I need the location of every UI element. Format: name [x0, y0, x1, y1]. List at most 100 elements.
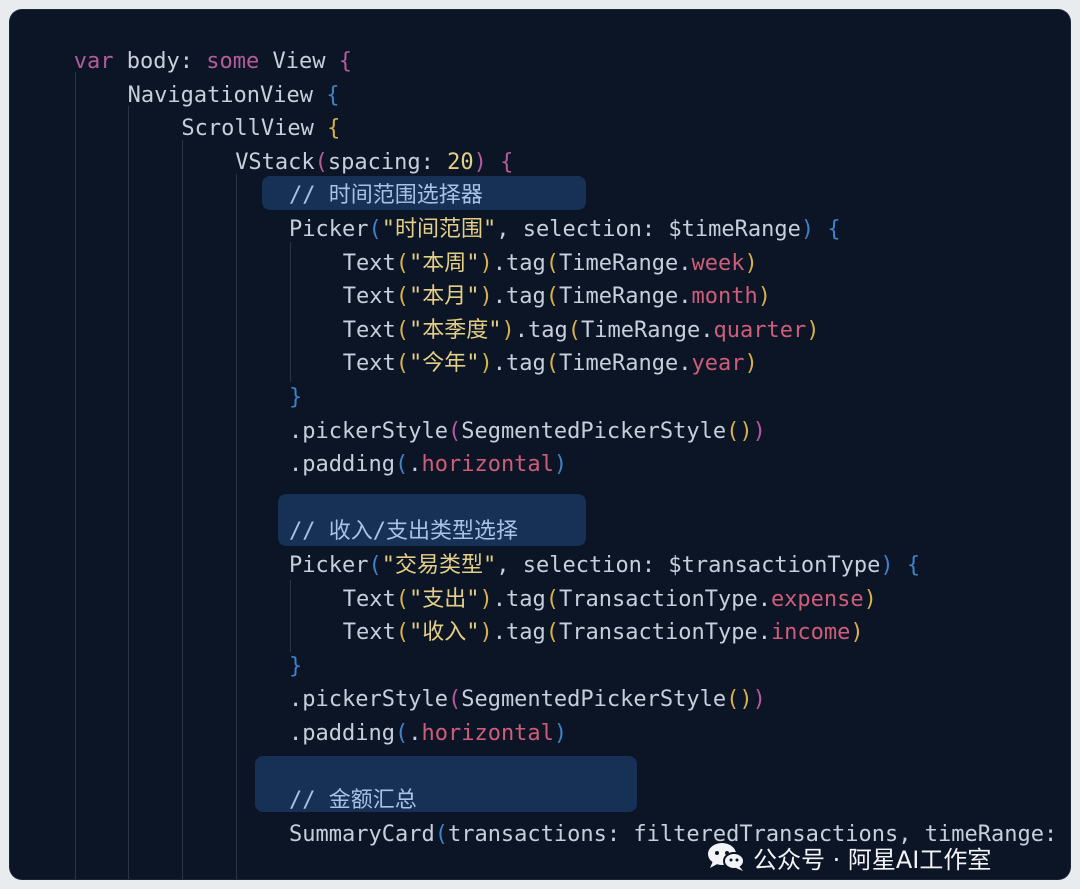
code-token: ScrollView	[181, 116, 328, 142]
code-token: "时间范围"	[381, 217, 497, 242]
code-line: Text("收入").tag(TransactionType.income)	[343, 616, 864, 650]
code-editor: var body: some View {NavigationView {Scr…	[10, 10, 1070, 879]
code-line: var body: some View {	[74, 45, 352, 79]
code-token: (	[545, 620, 560, 646]
code-token: Text	[342, 620, 396, 646]
code-line: Text("本周").tag(TimeRange.week)	[343, 247, 758, 281]
code-token: // 收入/支出类型选择	[289, 519, 518, 545]
code-token: }	[289, 653, 303, 679]
indent-guide	[128, 106, 129, 879]
code-token: )	[479, 586, 493, 612]
watermark-text: 公众号 · 阿星AI工作室	[753, 845, 992, 874]
code-token: (	[395, 317, 410, 343]
code-token: // 时间范围选择器	[289, 183, 483, 209]
code-token: )	[880, 553, 894, 578]
code-token: (	[395, 250, 410, 276]
code-token: View	[259, 49, 339, 74]
code-token: .	[408, 452, 422, 478]
code-token: "本季度"	[409, 317, 502, 343]
code-token: (	[567, 317, 582, 343]
code-line: ScrollView {	[181, 112, 340, 146]
code-line: }	[289, 381, 302, 415]
code-token: .	[408, 721, 422, 746]
code-line: VStack(spacing: 20) {	[235, 146, 513, 180]
code-token: (	[395, 284, 410, 310]
code-token: )	[479, 284, 493, 310]
code-token: .padding	[289, 452, 395, 478]
code-token: )	[752, 418, 766, 444]
code-token: (	[394, 452, 409, 478]
code-line: Text("今年").tag(TimeRange.year)	[343, 347, 758, 381]
code-token: {	[338, 49, 352, 74]
code-token: , selection: $transactionType	[496, 553, 881, 578]
code-line: // 收入/支出类型选择	[289, 515, 518, 549]
code-token: horizontal	[421, 721, 554, 746]
code-token: "支出"	[409, 586, 480, 612]
code-line: // 时间范围选择器	[289, 179, 483, 213]
code-token: "收入"	[409, 620, 480, 646]
code-token: )	[479, 620, 493, 646]
code-token: )	[757, 284, 771, 310]
code-token: Text	[342, 250, 396, 276]
code-token: (	[545, 250, 560, 276]
code-token: (	[368, 217, 382, 242]
code-token: SummaryCard	[289, 821, 435, 847]
code-token: ()	[726, 687, 753, 713]
code-line: Picker("时间范围", selection: $timeRange) {	[289, 213, 841, 247]
code-token: TransactionType.	[559, 586, 771, 612]
code-token: .pickerStyle	[289, 418, 448, 444]
indent-guide	[290, 580, 291, 652]
code-token: (	[447, 418, 462, 444]
code-token: )	[479, 351, 493, 377]
code-token: }	[289, 385, 303, 410]
code-token: horizontal	[421, 452, 554, 478]
code-line: .pickerStyle(SegmentedPickerStyle())	[289, 415, 766, 449]
code-token: expense	[770, 586, 864, 612]
code-token: income	[770, 620, 851, 646]
code-token: (	[545, 284, 560, 310]
code-token: {	[827, 217, 841, 242]
indent-guide	[182, 140, 183, 879]
code-token: TransactionType.	[559, 620, 771, 646]
code-token: (	[394, 721, 409, 746]
code-token: (	[368, 553, 382, 578]
code-token: month	[691, 284, 758, 310]
code-token: TimeRange.	[559, 351, 692, 377]
code-token: )	[863, 586, 877, 612]
code-token: )	[479, 250, 493, 276]
code-token: (	[395, 620, 410, 646]
code-line: }	[289, 650, 302, 684]
code-line: // 金额汇总	[289, 784, 417, 818]
code-token: Picker	[289, 217, 369, 242]
code-line: .padding(.horizontal)	[289, 448, 567, 482]
code-line: Picker("交易类型", selection: $transactionTy…	[289, 549, 920, 583]
code-token: {	[327, 116, 341, 142]
code-token: Text	[342, 351, 396, 377]
code-token: )	[806, 317, 820, 343]
code-token: Picker	[289, 553, 369, 578]
code-token: "本周"	[409, 250, 480, 276]
code-token: (	[545, 351, 560, 377]
code-token: )	[744, 250, 758, 276]
code-token: {	[326, 82, 340, 108]
code-token: .tag	[492, 284, 546, 310]
code-token: .tag	[492, 351, 546, 377]
code-token: SegmentedPickerStyle	[461, 418, 727, 444]
code-token: (	[434, 821, 448, 847]
code-line: Text("支出").tag(TransactionType.expense)	[343, 583, 877, 617]
indent-guide	[75, 72, 76, 879]
watermark: 公众号 · 阿星AI工作室	[707, 839, 991, 875]
code-token: )	[501, 317, 515, 343]
code-token: "今年"	[409, 351, 480, 377]
code-token: )	[553, 721, 568, 746]
code-token: week	[691, 250, 745, 276]
code-token: "交易类型"	[381, 553, 497, 578]
code-token: some	[206, 49, 260, 74]
code-token: (	[447, 687, 462, 713]
code-token: .tag	[492, 250, 546, 276]
code-token: TimeRange.	[581, 317, 714, 343]
indent-guide	[290, 242, 291, 382]
code-token: Text	[342, 284, 396, 310]
